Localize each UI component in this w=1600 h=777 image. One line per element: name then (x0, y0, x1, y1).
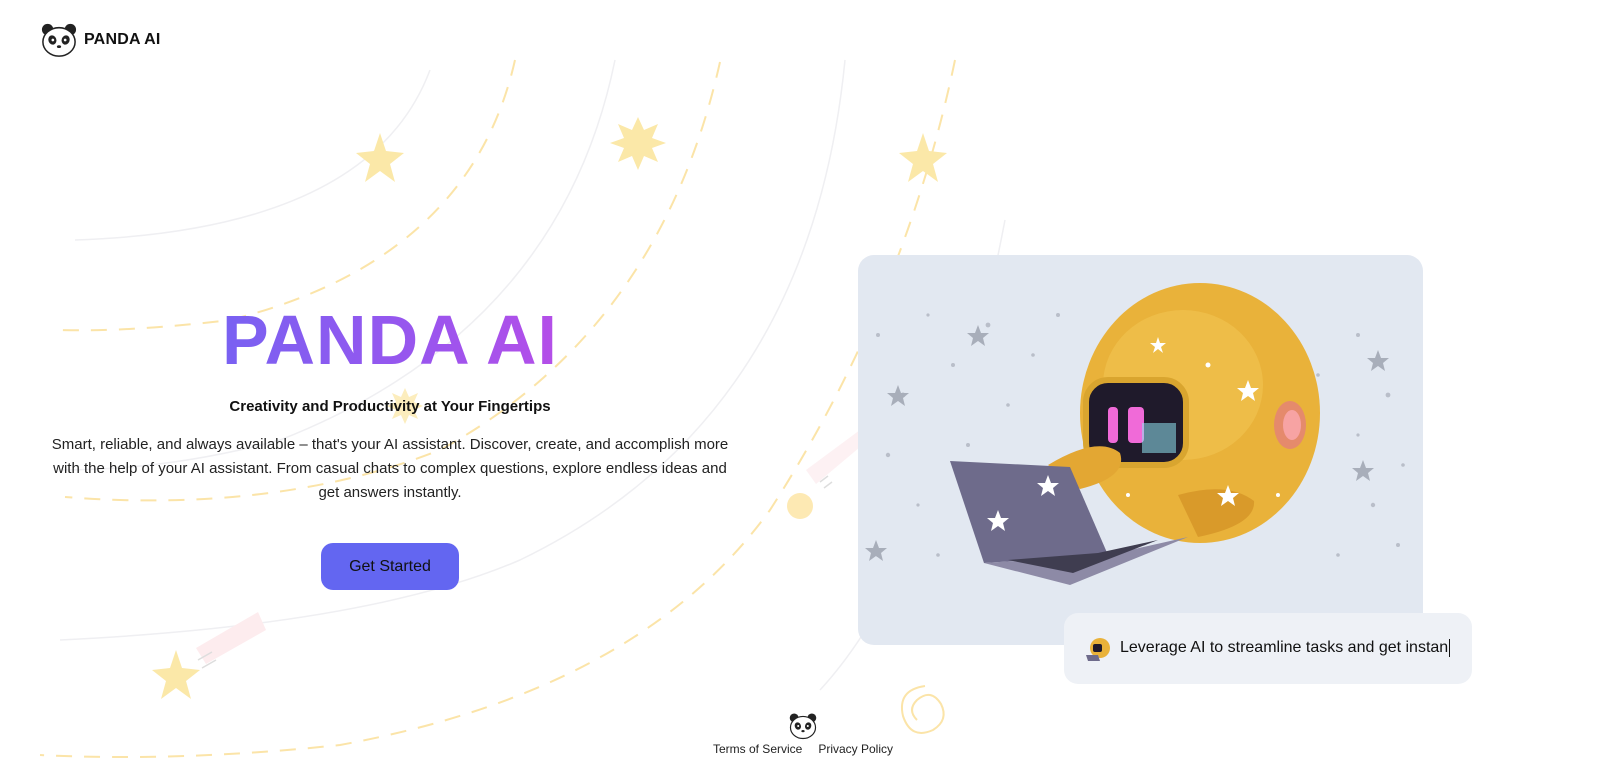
robot-with-laptop-illustration (865, 283, 1405, 585)
hero-subtitle: Creativity and Productivity at Your Fing… (229, 398, 551, 415)
panda-icon[interactable] (40, 22, 78, 58)
site-footer: Terms of Service Privacy Policy (700, 712, 906, 756)
chat-bubble-text: Leverage AI to streamline tasks and get … (1120, 639, 1449, 657)
privacy-policy-link[interactable]: Privacy Policy (818, 742, 893, 756)
footer-links: Terms of Service Privacy Policy (700, 742, 906, 756)
terms-of-service-link[interactable]: Terms of Service (713, 742, 802, 756)
get-started-button[interactable]: Get Started (321, 543, 459, 590)
text-caret (1449, 639, 1451, 658)
hero-section: PANDA AI Creativity and Productivity at … (40, 300, 740, 590)
site-header: PANDA AI (40, 22, 161, 58)
brand-name[interactable]: PANDA AI (84, 31, 161, 49)
illustration-card (858, 255, 1423, 645)
robot-avatar-icon (1086, 637, 1110, 661)
hero-title: PANDA AI (40, 300, 740, 380)
chat-bubble: Leverage AI to streamline tasks and get … (1064, 613, 1472, 684)
hero-description: Smart, reliable, and always available – … (51, 436, 729, 501)
panda-icon (789, 713, 817, 740)
